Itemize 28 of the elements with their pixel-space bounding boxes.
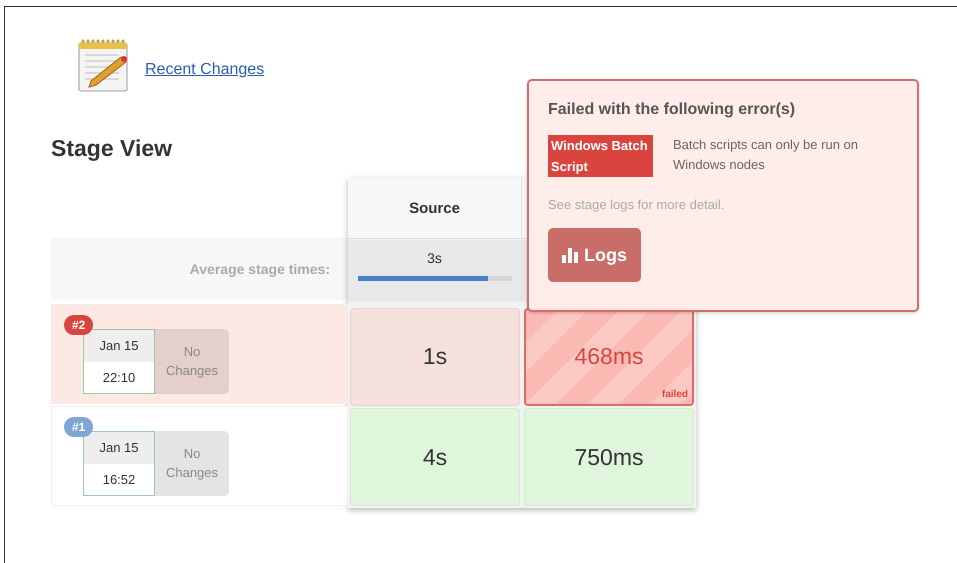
build-date: Jan 15 [84, 432, 154, 464]
error-message: Batch scripts can only be run on Windows nodes [673, 136, 859, 174]
failed-label: failed [662, 388, 688, 400]
page-title: Stage View [51, 135, 172, 162]
stage-result-cell[interactable]: 750ms [524, 408, 694, 506]
error-tag: Windows Batch Script [548, 135, 653, 177]
stage-result-cell[interactable]: 4s [350, 408, 520, 506]
popup-hint: See stage logs for more detail. [548, 197, 726, 212]
stage-duration: 468ms [574, 343, 644, 370]
stage-duration: 1s [422, 343, 448, 370]
stage-result-cell[interactable]: 468ms failed [524, 308, 694, 406]
recent-changes-link[interactable]: Recent Changes [145, 61, 264, 79]
build-time: 16:52 [102, 470, 136, 489]
changes-label[interactable]: No Changes [155, 431, 229, 496]
stage-duration: 750ms [574, 444, 644, 471]
changes-label[interactable]: No Changes [155, 329, 229, 394]
build-number-badge[interactable]: #2 [64, 315, 94, 335]
build-number-badge[interactable]: #1 [64, 417, 94, 437]
average-label: Average stage times: [190, 261, 330, 277]
build-time: 22:10 [102, 368, 136, 387]
build-date: Jan 15 [84, 330, 154, 362]
stage-name: Source [409, 200, 460, 216]
logs-button[interactable]: Logs [548, 228, 641, 282]
popup-title: Failed with the following error(s) [548, 101, 796, 119]
stage-result-cell[interactable]: 1s [350, 308, 520, 406]
stage-average-time: 3s [427, 250, 442, 266]
bar-chart-icon [562, 248, 578, 262]
stage-duration: 4s [422, 444, 448, 471]
